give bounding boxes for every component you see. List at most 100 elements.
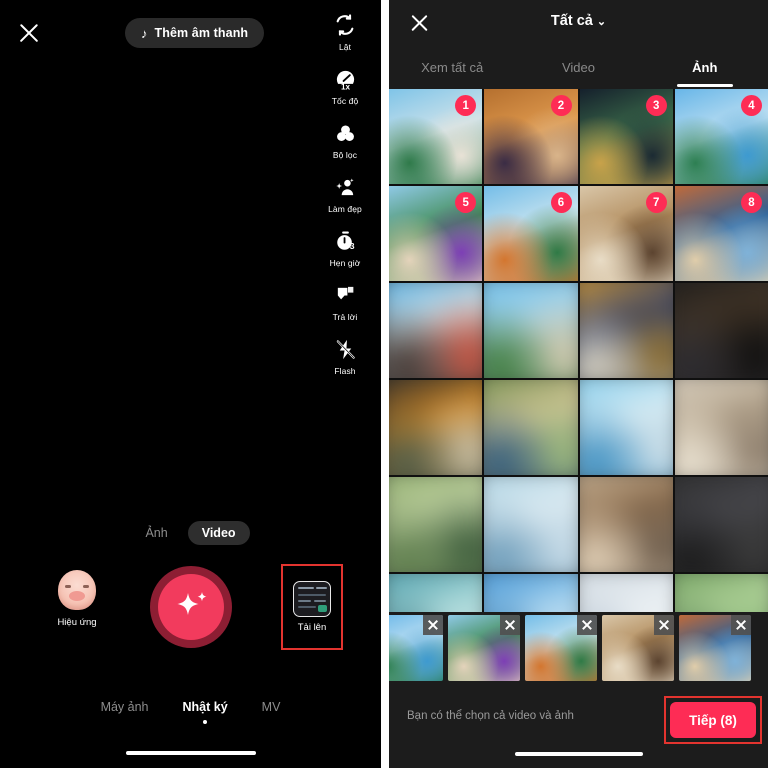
media-thumbnail [484,477,578,572]
upload-label: Tải lên [297,622,327,633]
selected-thumbnail[interactable] [679,615,751,681]
tool-beautify-label: Làm đẹp [328,204,362,214]
media-cell[interactable] [484,380,578,475]
media-cell[interactable]: 4 [674,89,768,184]
media-cell[interactable] [389,283,483,378]
selected-thumbnail[interactable] [525,615,597,681]
album-title: Tất cả [550,13,593,29]
selected-thumbnail[interactable] [389,615,443,681]
gallery-panel: Tất cả ⌄ Xem tất cả Video Ảnh 1 2 3 4 5 6 7 8 Bạ… [389,0,768,768]
dual-screenshot: ♪ Thêm âm thanh Lật 1x Tốc độ Bộ lọc Làm… [0,0,768,768]
media-cell[interactable]: 3 [579,89,673,184]
add-sound-button[interactable]: ♪ Thêm âm thanh [125,18,265,48]
media-cell[interactable] [674,283,768,378]
tool-reply[interactable]: Trả lời [314,282,376,322]
capture-controls: Hiệu ứng Tải lên [0,564,381,660]
shutter-button[interactable] [149,566,232,648]
media-cell[interactable] [674,477,768,572]
media-thumbnail [389,477,483,572]
media-thumbnail [579,380,673,475]
media-cell[interactable] [579,477,673,572]
add-sound-label: Thêm âm thanh [154,26,249,40]
selected-thumbnail[interactable] [448,615,520,681]
close-icon[interactable] [500,615,520,635]
camera-bottom-nav: Máy ảnh Nhật ký MV [0,700,381,724]
capture-mode-toggle: Ảnh Video [0,521,381,545]
selection-badge[interactable]: 4 [741,95,762,116]
media-cell[interactable]: 8 [674,186,768,281]
next-button-highlight: Tiếp (8) [664,696,762,744]
selection-badge[interactable]: 8 [741,192,762,213]
close-icon[interactable] [731,615,751,635]
tool-flash[interactable]: Flash [314,336,376,376]
upload-button[interactable]: Tải lên [281,564,343,650]
tab-see-all[interactable]: Xem tất cả [389,46,515,89]
media-thumbnail [389,380,483,475]
tab-photo[interactable]: Ảnh [642,46,768,89]
gallery-tabs: Xem tất cả Video Ảnh [389,46,768,89]
selected-thumbnail[interactable] [602,615,674,681]
close-icon[interactable] [16,20,42,46]
selection-badge[interactable]: 3 [645,95,667,116]
speed-gauge-icon: 1x [334,66,357,92]
nav-diary[interactable]: Nhật ký [183,700,228,724]
flash-off-icon [334,336,357,362]
svg-text:3: 3 [349,240,354,250]
sparkle-icon [176,592,206,615]
camera-tool-rail: Lật 1x Tốc độ Bộ lọc Làm đẹp 3 Hẹn giờ T… [314,12,376,390]
media-cell[interactable] [674,380,768,475]
media-cell[interactable] [389,380,483,475]
home-indicator [514,752,643,756]
home-indicator [125,751,256,755]
media-cell[interactable]: 5 [389,186,483,281]
album-selector[interactable]: Tất cả ⌄ [389,13,768,29]
timer-icon: 3 [334,228,357,254]
tool-flip[interactable]: Lật [314,12,376,52]
media-cell[interactable]: 1 [389,89,483,184]
nav-mv[interactable]: MV [262,700,281,724]
tool-timer[interactable]: 3 Hẹn giờ [314,228,376,268]
media-thumbnail [674,477,768,572]
tab-video[interactable]: Video [515,46,641,89]
media-cell[interactable] [579,283,673,378]
media-cell[interactable]: 6 [484,186,578,281]
next-button[interactable]: Tiếp (8) [670,702,756,738]
panel-divider [381,0,389,768]
close-icon[interactable] [423,615,443,635]
nav-camera[interactable]: Máy ảnh [101,700,149,724]
close-icon[interactable] [654,615,674,635]
tool-flash-label: Flash [334,366,356,376]
media-cell[interactable] [389,477,483,572]
media-cell[interactable]: 7 [579,186,673,281]
effects-button[interactable]: Hiệu ứng [47,570,107,628]
selection-badge[interactable]: 7 [645,192,667,213]
selected-thumbnails-strip[interactable] [389,612,768,684]
effects-label: Hiệu ứng [57,617,97,628]
chevron-down-icon: ⌄ [596,16,607,28]
camera-panel: ♪ Thêm âm thanh Lật 1x Tốc độ Bộ lọc Làm… [0,0,381,768]
media-cell[interactable] [484,477,578,572]
gallery-footer: Bạn có thể chọn cả video và ảnh Tiếp (8) [389,684,768,768]
mode-photo[interactable]: Ảnh [131,521,181,545]
media-grid[interactable]: 1 2 3 4 5 6 7 8 [389,89,768,766]
mode-video[interactable]: Video [187,521,250,545]
tool-timer-label: Hẹn giờ [329,258,361,268]
media-cell[interactable]: 2 [484,89,578,184]
close-icon[interactable] [577,615,597,635]
media-thumbnail [579,477,673,572]
tool-speed[interactable]: 1x Tốc độ [314,66,376,106]
media-thumbnail [484,283,578,378]
media-cell[interactable] [484,283,578,378]
flip-camera-icon [334,12,356,38]
media-thumbnail [674,380,768,475]
tool-filter[interactable]: Bộ lọc [314,120,376,160]
selection-badge[interactable]: 6 [550,192,572,213]
media-cell[interactable] [579,380,673,475]
tool-beautify[interactable]: Làm đẹp [314,174,376,214]
tool-speed-label: Tốc độ [331,96,359,106]
selection-badge[interactable]: 2 [550,95,572,116]
tool-reply-label: Trả lời [332,312,358,322]
media-thumbnail [579,283,673,378]
beautify-person-icon [334,174,357,200]
media-thumbnail [389,283,483,378]
